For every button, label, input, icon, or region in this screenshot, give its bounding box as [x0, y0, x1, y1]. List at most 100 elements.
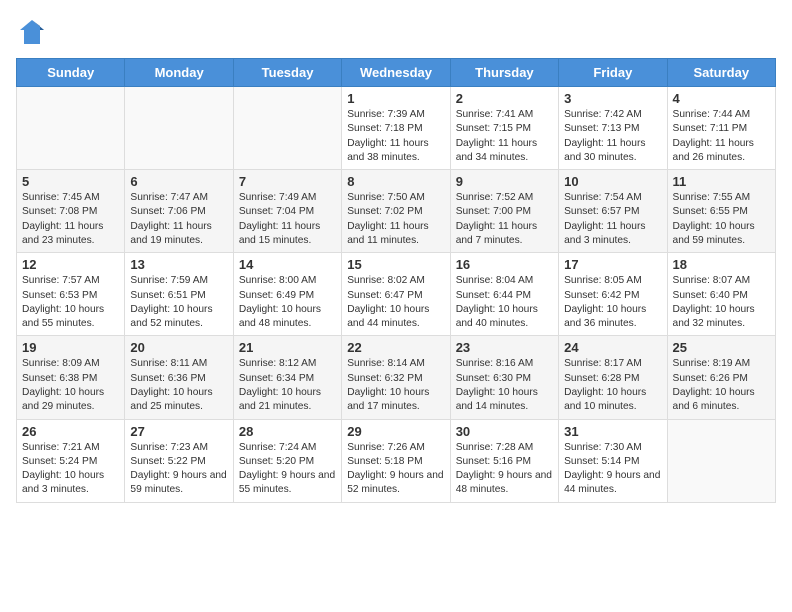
- day-info: Sunrise: 7:39 AMSunset: 7:18 PMDaylight:…: [347, 108, 444, 165]
- calendar-cell: 13 Sunrise: 7:59 AMSunset: 6:51 PMDayligh…: [125, 253, 233, 336]
- day-info: Sunrise: 8:02 AMSunset: 6:47 PMDaylight:…: [347, 274, 444, 331]
- day-number: 10: [564, 174, 661, 189]
- logo-icon: [16, 16, 48, 48]
- calendar-cell: [125, 87, 233, 170]
- calendar-cell: [667, 419, 775, 502]
- calendar-cell: 3 Sunrise: 7:42 AMSunset: 7:13 PMDaylight…: [559, 87, 667, 170]
- day-info: Sunrise: 7:52 AMSunset: 7:00 PMDaylight:…: [456, 191, 553, 248]
- calendar-body: 1 Sunrise: 7:39 AMSunset: 7:18 PMDaylight…: [17, 87, 776, 503]
- day-info: Sunrise: 7:59 AMSunset: 6:51 PMDaylight:…: [130, 274, 227, 331]
- calendar-cell: 4 Sunrise: 7:44 AMSunset: 7:11 PMDaylight…: [667, 87, 775, 170]
- day-info: Sunrise: 7:41 AMSunset: 7:15 PMDaylight:…: [456, 108, 553, 165]
- calendar-cell: 11 Sunrise: 7:55 AMSunset: 6:55 PMDayligh…: [667, 170, 775, 253]
- calendar-week-row: 1 Sunrise: 7:39 AMSunset: 7:18 PMDaylight…: [17, 87, 776, 170]
- day-info: Sunrise: 8:17 AMSunset: 6:28 PMDaylight:…: [564, 357, 661, 414]
- day-info: Sunrise: 7:49 AMSunset: 7:04 PMDaylight:…: [239, 191, 336, 248]
- day-number: 16: [456, 257, 553, 272]
- logo: [16, 16, 52, 48]
- calendar-cell: 14 Sunrise: 8:00 AMSunset: 6:49 PMDayligh…: [233, 253, 341, 336]
- day-number: 4: [673, 91, 770, 106]
- day-number: 9: [456, 174, 553, 189]
- day-number: 1: [347, 91, 444, 106]
- calendar-cell: 12 Sunrise: 7:57 AMSunset: 6:53 PMDayligh…: [17, 253, 125, 336]
- calendar-cell: 2 Sunrise: 7:41 AMSunset: 7:15 PMDaylight…: [450, 87, 558, 170]
- calendar-cell: 31 Sunrise: 7:30 AMSunset: 5:14 PMDayligh…: [559, 419, 667, 502]
- calendar-cell: 8 Sunrise: 7:50 AMSunset: 7:02 PMDaylight…: [342, 170, 450, 253]
- calendar-week-row: 12 Sunrise: 7:57 AMSunset: 6:53 PMDayligh…: [17, 253, 776, 336]
- day-number: 14: [239, 257, 336, 272]
- day-info: Sunrise: 8:16 AMSunset: 6:30 PMDaylight:…: [456, 357, 553, 414]
- calendar-cell: 22Sunrise: 8:14 AMSunset: 6:32 PMDayligh…: [342, 336, 450, 419]
- day-of-week-header: Thursday: [450, 59, 558, 87]
- calendar-cell: 7 Sunrise: 7:49 AMSunset: 7:04 PMDaylight…: [233, 170, 341, 253]
- calendar-week-row: 5Sunrise: 7:45 AMSunset: 7:08 PMDaylight…: [17, 170, 776, 253]
- calendar-table: SundayMondayTuesdayWednesdayThursdayFrid…: [16, 58, 776, 503]
- calendar-cell: 24 Sunrise: 8:17 AMSunset: 6:28 PMDayligh…: [559, 336, 667, 419]
- day-number: 3: [564, 91, 661, 106]
- calendar-cell: 16 Sunrise: 8:04 AMSunset: 6:44 PMDayligh…: [450, 253, 558, 336]
- calendar-cell: 27Sunrise: 7:23 AMSunset: 5:22 PMDayligh…: [125, 419, 233, 502]
- day-number: 19: [22, 340, 119, 355]
- page-header: [16, 16, 776, 48]
- day-number: 30: [456, 424, 553, 439]
- calendar-cell: 1 Sunrise: 7:39 AMSunset: 7:18 PMDaylight…: [342, 87, 450, 170]
- day-info: Sunrise: 8:11 AMSunset: 6:36 PMDaylight:…: [130, 357, 227, 414]
- day-info: Sunrise: 7:44 AMSunset: 7:11 PMDaylight:…: [673, 108, 770, 165]
- calendar-cell: [233, 87, 341, 170]
- calendar-cell: 10 Sunrise: 7:54 AMSunset: 6:57 PMDayligh…: [559, 170, 667, 253]
- day-info: Sunrise: 8:00 AMSunset: 6:49 PMDaylight:…: [239, 274, 336, 331]
- day-number: 12: [22, 257, 119, 272]
- day-info: Sunrise: 7:57 AMSunset: 6:53 PMDaylight:…: [22, 274, 119, 331]
- day-number: 8: [347, 174, 444, 189]
- day-number: 31: [564, 424, 661, 439]
- day-number: 24: [564, 340, 661, 355]
- day-info: Sunrise: 8:05 AMSunset: 6:42 PMDaylight:…: [564, 274, 661, 331]
- day-number: 6: [130, 174, 227, 189]
- day-number: 7: [239, 174, 336, 189]
- calendar-week-row: 26Sunrise: 7:21 AMSunset: 5:24 PMDayligh…: [17, 419, 776, 502]
- calendar-cell: 21 Sunrise: 8:12 AMSunset: 6:34 PMDayligh…: [233, 336, 341, 419]
- day-number: 29: [347, 424, 444, 439]
- calendar-cell: 25 Sunrise: 8:19 AMSunset: 6:26 PMDayligh…: [667, 336, 775, 419]
- calendar-cell: 30 Sunrise: 7:28 AMSunset: 5:16 PMDayligh…: [450, 419, 558, 502]
- day-info: Sunrise: 7:30 AMSunset: 5:14 PMDaylight:…: [564, 441, 661, 498]
- day-number: 28: [239, 424, 336, 439]
- day-number: 26: [22, 424, 119, 439]
- day-info: Sunrise: 8:12 AMSunset: 6:34 PMDaylight:…: [239, 357, 336, 414]
- day-info: Sunrise: 8:04 AMSunset: 6:44 PMDaylight:…: [456, 274, 553, 331]
- calendar-cell: 17Sunrise: 8:05 AMSunset: 6:42 PMDayligh…: [559, 253, 667, 336]
- day-info: Sunrise: 7:42 AMSunset: 7:13 PMDaylight:…: [564, 108, 661, 165]
- day-number: 13: [130, 257, 227, 272]
- day-number: 22: [347, 340, 444, 355]
- day-info: Sunrise: 7:54 AMSunset: 6:57 PMDaylight:…: [564, 191, 661, 248]
- calendar-cell: 19 Sunrise: 8:09 AMSunset: 6:38 PMDayligh…: [17, 336, 125, 419]
- day-number: 21: [239, 340, 336, 355]
- day-number: 20: [130, 340, 227, 355]
- calendar-cell: 28Sunrise: 7:24 AMSunset: 5:20 PMDayligh…: [233, 419, 341, 502]
- calendar-cell: 26Sunrise: 7:21 AMSunset: 5:24 PMDayligh…: [17, 419, 125, 502]
- day-number: 27: [130, 424, 227, 439]
- day-of-week-header: Monday: [125, 59, 233, 87]
- day-info: Sunrise: 7:50 AMSunset: 7:02 PMDaylight:…: [347, 191, 444, 248]
- day-info: Sunrise: 8:09 AMSunset: 6:38 PMDaylight:…: [22, 357, 119, 414]
- calendar-cell: 20 Sunrise: 8:11 AMSunset: 6:36 PMDayligh…: [125, 336, 233, 419]
- day-info: Sunrise: 7:47 AMSunset: 7:06 PMDaylight:…: [130, 191, 227, 248]
- days-header-row: SundayMondayTuesdayWednesdayThursdayFrid…: [17, 59, 776, 87]
- day-number: 18: [673, 257, 770, 272]
- day-info: Sunrise: 7:28 AMSunset: 5:16 PMDaylight:…: [456, 441, 553, 498]
- calendar-header: SundayMondayTuesdayWednesdayThursdayFrid…: [17, 59, 776, 87]
- day-info: Sunrise: 8:19 AMSunset: 6:26 PMDaylight:…: [673, 357, 770, 414]
- day-of-week-header: Tuesday: [233, 59, 341, 87]
- calendar-cell: 15Sunrise: 8:02 AMSunset: 6:47 PMDayligh…: [342, 253, 450, 336]
- day-info: Sunrise: 7:55 AMSunset: 6:55 PMDaylight:…: [673, 191, 770, 248]
- day-of-week-header: Friday: [559, 59, 667, 87]
- day-info: Sunrise: 8:07 AMSunset: 6:40 PMDaylight:…: [673, 274, 770, 331]
- day-number: 2: [456, 91, 553, 106]
- day-number: 23: [456, 340, 553, 355]
- calendar-week-row: 19 Sunrise: 8:09 AMSunset: 6:38 PMDayligh…: [17, 336, 776, 419]
- calendar-cell: 5Sunrise: 7:45 AMSunset: 7:08 PMDaylight…: [17, 170, 125, 253]
- day-number: 11: [673, 174, 770, 189]
- calendar-cell: 9 Sunrise: 7:52 AMSunset: 7:00 PMDaylight…: [450, 170, 558, 253]
- calendar-cell: 29Sunrise: 7:26 AMSunset: 5:18 PMDayligh…: [342, 419, 450, 502]
- day-number: 25: [673, 340, 770, 355]
